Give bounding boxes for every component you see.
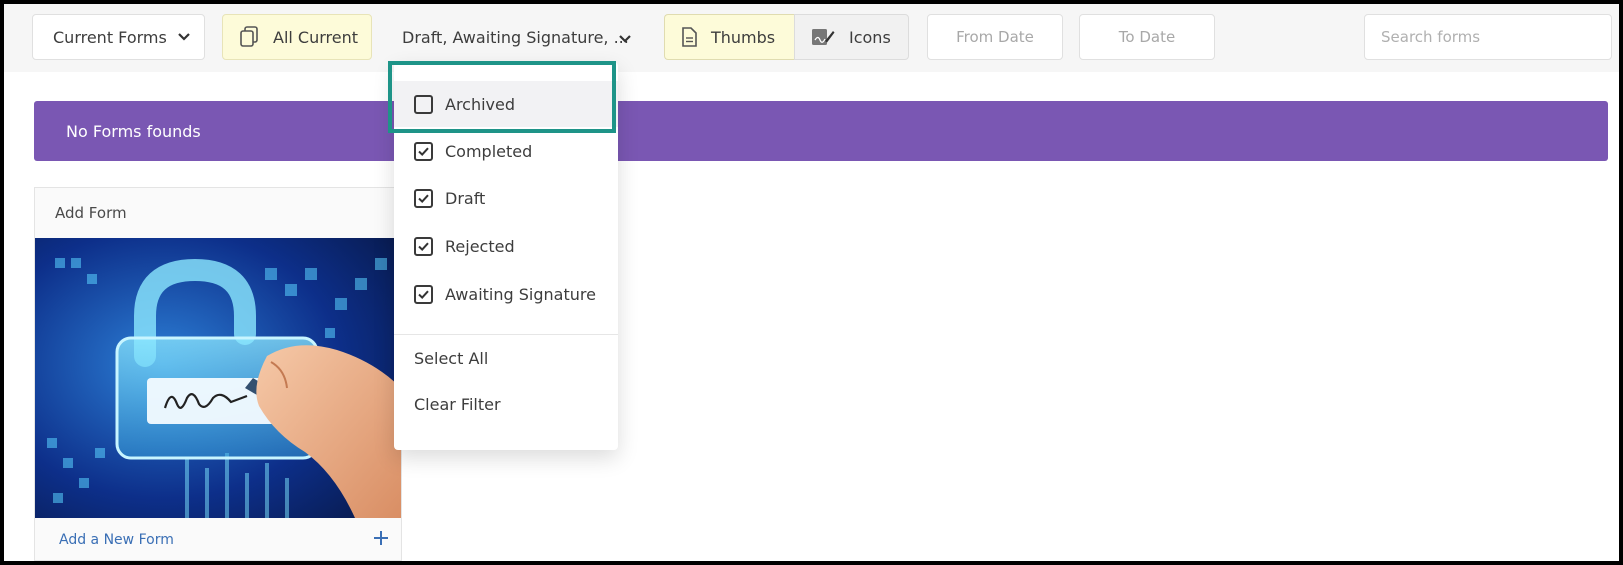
option-label: Draft [445,188,486,208]
checkbox-checked-icon[interactable] [414,188,433,208]
clear-filter-button[interactable]: Clear Filter [394,384,618,424]
app-frame: Current Forms All Current Draft, Awaitin… [4,4,1619,561]
checkbox-checked-icon[interactable] [414,284,433,304]
icons-view-button[interactable]: Icons [794,14,909,60]
all-current-button[interactable]: All Current [222,14,372,60]
document-icon [682,27,697,47]
add-form-card[interactable]: Add Form Add a New Form [34,187,402,561]
all-current-label: All Current [273,27,359,47]
from-date-input[interactable]: From Date [927,14,1063,60]
forms-select[interactable]: Current Forms [32,14,205,60]
banner-message: No Forms founds [66,121,201,141]
to-date-input[interactable]: To Date [1079,14,1215,60]
option-label: Rejected [445,236,515,256]
from-date-placeholder: From Date [956,28,1034,46]
e-signature-illustration [35,238,401,518]
search-forms-input[interactable]: Search forms [1364,14,1612,60]
chevron-down-icon [178,33,190,41]
icons-label: Icons [849,27,891,47]
signed-document-icon [812,29,835,45]
to-date-placeholder: To Date [1118,28,1176,46]
no-forms-banner: No Forms founds [34,101,1608,161]
thumbs-view-button[interactable]: Thumbs [664,14,794,60]
status-filter-dropdown[interactable]: Draft, Awaiting Signature, ... [384,14,647,60]
checkbox-checked-icon[interactable] [414,236,433,256]
chevron-down-icon [619,35,631,43]
forms-select-value: Current Forms [53,27,167,47]
menu-divider [394,334,618,335]
card-title: Add Form [55,204,127,222]
add-new-form-label: Add a New Form [59,532,174,548]
checkbox-checked-icon[interactable] [414,141,433,161]
highlight-box [388,61,616,133]
status-filter-value: Draft, Awaiting Signature, ... [402,27,629,47]
option-awaiting-signature[interactable]: Awaiting Signature [394,271,618,317]
plus-icon[interactable] [371,528,391,548]
option-rejected[interactable]: Rejected [394,223,618,269]
option-completed[interactable]: Completed [394,128,618,174]
thumbs-label: Thumbs [711,27,776,47]
option-label: Awaiting Signature [445,284,596,304]
select-all-button[interactable]: Select All [394,338,618,378]
add-new-form-link[interactable]: Add a New Form [35,520,401,560]
copy-documents-icon [240,26,258,47]
filter-toolbar: Current Forms All Current Draft, Awaitin… [4,4,1619,72]
option-label: Completed [445,141,533,161]
option-draft[interactable]: Draft [394,175,618,221]
search-placeholder: Search forms [1381,28,1481,46]
